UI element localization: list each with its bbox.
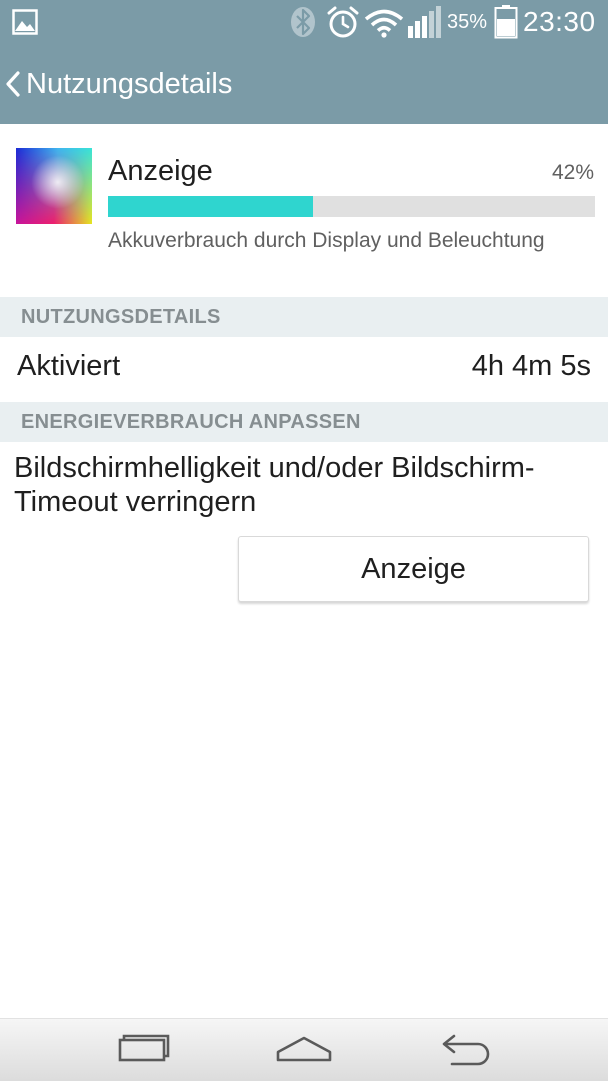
usage-item-title: Anzeige [108,155,213,187]
alarm-icon [327,6,359,38]
back-nav-button[interactable] [414,1019,514,1081]
status-bar: 35% 23:30 [0,0,608,44]
back-icon [442,1034,490,1066]
section-header-label: ENERGIEVERBRAUCH ANPASSEN [21,411,361,433]
navigation-bar [0,1018,608,1081]
display-icon [16,148,92,224]
usage-item-description: Akkuverbrauch durch Display und Beleucht… [108,229,545,252]
section-header-usage-details: NUTZUNGSDETAILS [0,297,608,337]
section-header-adjust-power: ENERGIEVERBRAUCH ANPASSEN [0,402,608,442]
clock: 23:30 [523,6,596,37]
usage-detail-label: Aktiviert [17,350,121,382]
power-tip-text: Bildschirmhelligkeit und/oder Bildschirm… [14,452,535,518]
home-icon [276,1036,332,1062]
section-header-label: NUTZUNGSDETAILS [21,306,221,328]
display-settings-button[interactable]: Anzeige [238,536,589,602]
battery-icon [494,5,518,39]
usage-progress-fill [108,196,313,217]
bluetooth-icon [291,7,315,37]
usage-progress-bar [108,196,595,217]
recent-apps-icon [118,1034,170,1062]
page-title: Nutzungsdetails [26,68,233,100]
home-button[interactable] [254,1019,354,1081]
gallery-icon [12,9,38,35]
usage-detail-value: 4h 4m 5s [471,350,591,382]
wifi-icon [364,9,404,38]
usage-percent: 42% [551,161,594,184]
back-button[interactable]: Nutzungsdetails [0,44,300,124]
action-bar: Nutzungsdetails [0,44,608,124]
signal-icon [408,6,441,38]
battery-percent: 35% [447,11,488,33]
recent-apps-button[interactable] [94,1019,194,1081]
chevron-left-icon [6,71,20,97]
